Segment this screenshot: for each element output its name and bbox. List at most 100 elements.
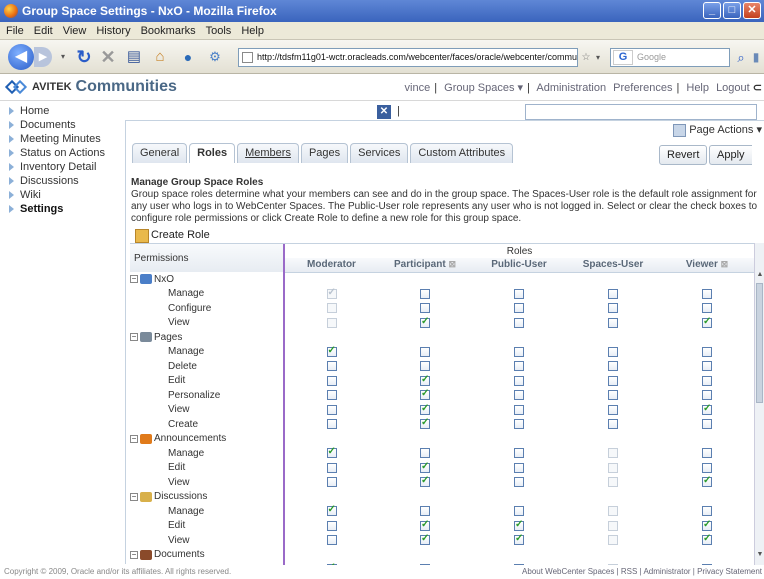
permission-checkbox[interactable] — [420, 403, 430, 415]
refresh-icon[interactable]: ⊂ — [753, 82, 762, 94]
delete-role-icon[interactable]: ⊠ — [448, 259, 456, 269]
permission-checkbox[interactable] — [420, 361, 430, 372]
tab-pages[interactable]: Pages — [300, 143, 349, 163]
permission-checkbox[interactable] — [326, 404, 337, 415]
sidebar-item-inventory-detail[interactable]: Inventory Detail — [0, 160, 124, 174]
preferences-link[interactable]: Preferences — [613, 82, 672, 94]
permission-checkbox[interactable] — [514, 346, 524, 357]
permission-checkbox[interactable] — [326, 361, 337, 372]
permission-checkbox[interactable] — [420, 461, 430, 473]
permission-checkbox[interactable] — [608, 361, 618, 372]
permission-checkbox[interactable] — [420, 448, 430, 459]
collapse-toggle-icon[interactable]: − — [130, 333, 138, 342]
search-input[interactable] — [525, 104, 757, 120]
delete-role-icon[interactable]: ⊠ — [721, 259, 729, 269]
sidebar-item-meeting-minutes[interactable]: Meeting Minutes — [0, 132, 124, 146]
permission-checkbox[interactable] — [702, 419, 712, 430]
permission-checkbox[interactable] — [608, 288, 618, 299]
logout-link[interactable]: Logout — [716, 82, 750, 94]
permission-checkbox[interactable] — [702, 375, 712, 386]
permission-checkbox[interactable] — [514, 519, 524, 531]
browser-search-input[interactable]: G Google — [610, 48, 730, 67]
permission-checkbox[interactable] — [608, 317, 618, 328]
collapse-toggle-icon[interactable]: − — [130, 492, 138, 501]
stop-icon[interactable]: ✕ — [98, 45, 118, 69]
permission-checkbox[interactable] — [514, 448, 524, 459]
tab-members[interactable]: Members — [237, 143, 299, 163]
permission-checkbox[interactable] — [608, 419, 618, 430]
menu-tools[interactable]: Tools — [206, 22, 232, 39]
permission-checkbox[interactable] — [514, 419, 524, 430]
permission-checkbox[interactable] — [702, 462, 712, 473]
sidebar-item-discussions[interactable]: Discussions — [0, 174, 124, 188]
permission-checkbox[interactable] — [420, 374, 430, 386]
page-actions-menu[interactable]: Page Actions ▾ — [673, 123, 762, 137]
permission-checkbox[interactable] — [514, 506, 524, 517]
col-moderator[interactable]: Moderator — [284, 258, 378, 273]
permission-checkbox[interactable] — [514, 390, 524, 401]
scroll-up-arrow-icon[interactable]: ▲ — [755, 271, 764, 281]
permission-checkbox[interactable] — [702, 448, 712, 459]
menu-help[interactable]: Help — [241, 22, 264, 39]
menu-bookmarks[interactable]: Bookmarks — [141, 22, 196, 39]
sidebar-item-documents[interactable]: Documents — [0, 118, 124, 132]
permission-checkbox[interactable] — [702, 533, 712, 546]
permission-checkbox[interactable] — [420, 346, 430, 357]
tab-services[interactable]: Services — [350, 143, 409, 163]
permission-checkbox[interactable] — [420, 388, 430, 401]
menu-history[interactable]: History — [96, 22, 130, 39]
col-spaces-user[interactable]: Spaces-User — [566, 258, 660, 273]
permission-checkbox[interactable] — [326, 504, 337, 517]
menu-edit[interactable]: Edit — [34, 22, 53, 39]
permission-checkbox[interactable] — [326, 535, 337, 546]
print-icon[interactable]: ▤ — [124, 45, 144, 69]
bookmark-star-icon[interactable]: ☆ — [580, 48, 592, 67]
permission-checkbox[interactable] — [420, 506, 430, 517]
permission-checkbox[interactable] — [608, 404, 618, 415]
tab-custom-attributes[interactable]: Custom Attributes — [410, 143, 514, 163]
permission-checkbox[interactable] — [326, 462, 337, 473]
logo[interactable]: AVITEK Communities — [4, 78, 177, 96]
permission-checkbox[interactable] — [702, 316, 712, 328]
permission-checkbox[interactable] — [326, 345, 337, 357]
tab-roles[interactable]: Roles — [189, 143, 236, 163]
permission-checkbox[interactable] — [514, 462, 524, 473]
history-dropdown-icon[interactable]: ▾ — [58, 45, 68, 69]
url-dropdown-icon[interactable]: ▾ — [593, 48, 603, 67]
permission-checkbox[interactable] — [608, 375, 618, 386]
sidebar-item-home[interactable]: Home — [0, 104, 124, 118]
permission-checkbox[interactable] — [326, 446, 337, 459]
group-spaces-menu[interactable]: Group Spaces ▾ — [444, 82, 523, 94]
revert-button[interactable]: Revert — [659, 145, 708, 165]
permission-checkbox[interactable] — [420, 519, 430, 531]
permission-checkbox[interactable] — [702, 288, 712, 299]
reload-icon[interactable]: ↻ — [74, 45, 94, 69]
administration-link[interactable]: Administration — [536, 82, 606, 94]
permission-checkbox[interactable] — [326, 477, 337, 488]
minimize-button[interactable]: _ — [703, 2, 721, 19]
vertical-scrollbar[interactable]: ▲ ▼ — [754, 243, 764, 565]
permission-checkbox[interactable] — [326, 520, 337, 531]
permission-checkbox[interactable] — [702, 390, 712, 401]
help-link[interactable]: Help — [686, 82, 709, 94]
permission-checkbox[interactable] — [420, 288, 430, 299]
permission-checkbox[interactable] — [702, 403, 712, 415]
permission-checkbox[interactable] — [702, 303, 712, 314]
addons-icon[interactable]: ⚙ — [205, 45, 225, 69]
permission-checkbox[interactable] — [514, 477, 524, 488]
permission-checkbox[interactable] — [420, 533, 430, 546]
permission-checkbox[interactable] — [514, 303, 524, 314]
permission-checkbox[interactable] — [608, 346, 618, 357]
close-button[interactable]: ✕ — [743, 2, 761, 19]
permission-checkbox[interactable] — [420, 303, 430, 314]
scroll-down-arrow-icon[interactable]: ▼ — [755, 551, 764, 561]
permission-checkbox[interactable] — [326, 419, 337, 430]
sidebar-item-settings[interactable]: Settings — [0, 202, 124, 216]
permission-checkbox[interactable] — [702, 519, 712, 531]
menu-view[interactable]: View — [63, 22, 87, 39]
permission-checkbox[interactable] — [702, 475, 712, 488]
menu-file[interactable]: File — [6, 22, 24, 39]
permission-checkbox[interactable] — [326, 375, 337, 386]
permission-checkbox[interactable] — [608, 390, 618, 401]
permission-checkbox[interactable] — [702, 506, 712, 517]
